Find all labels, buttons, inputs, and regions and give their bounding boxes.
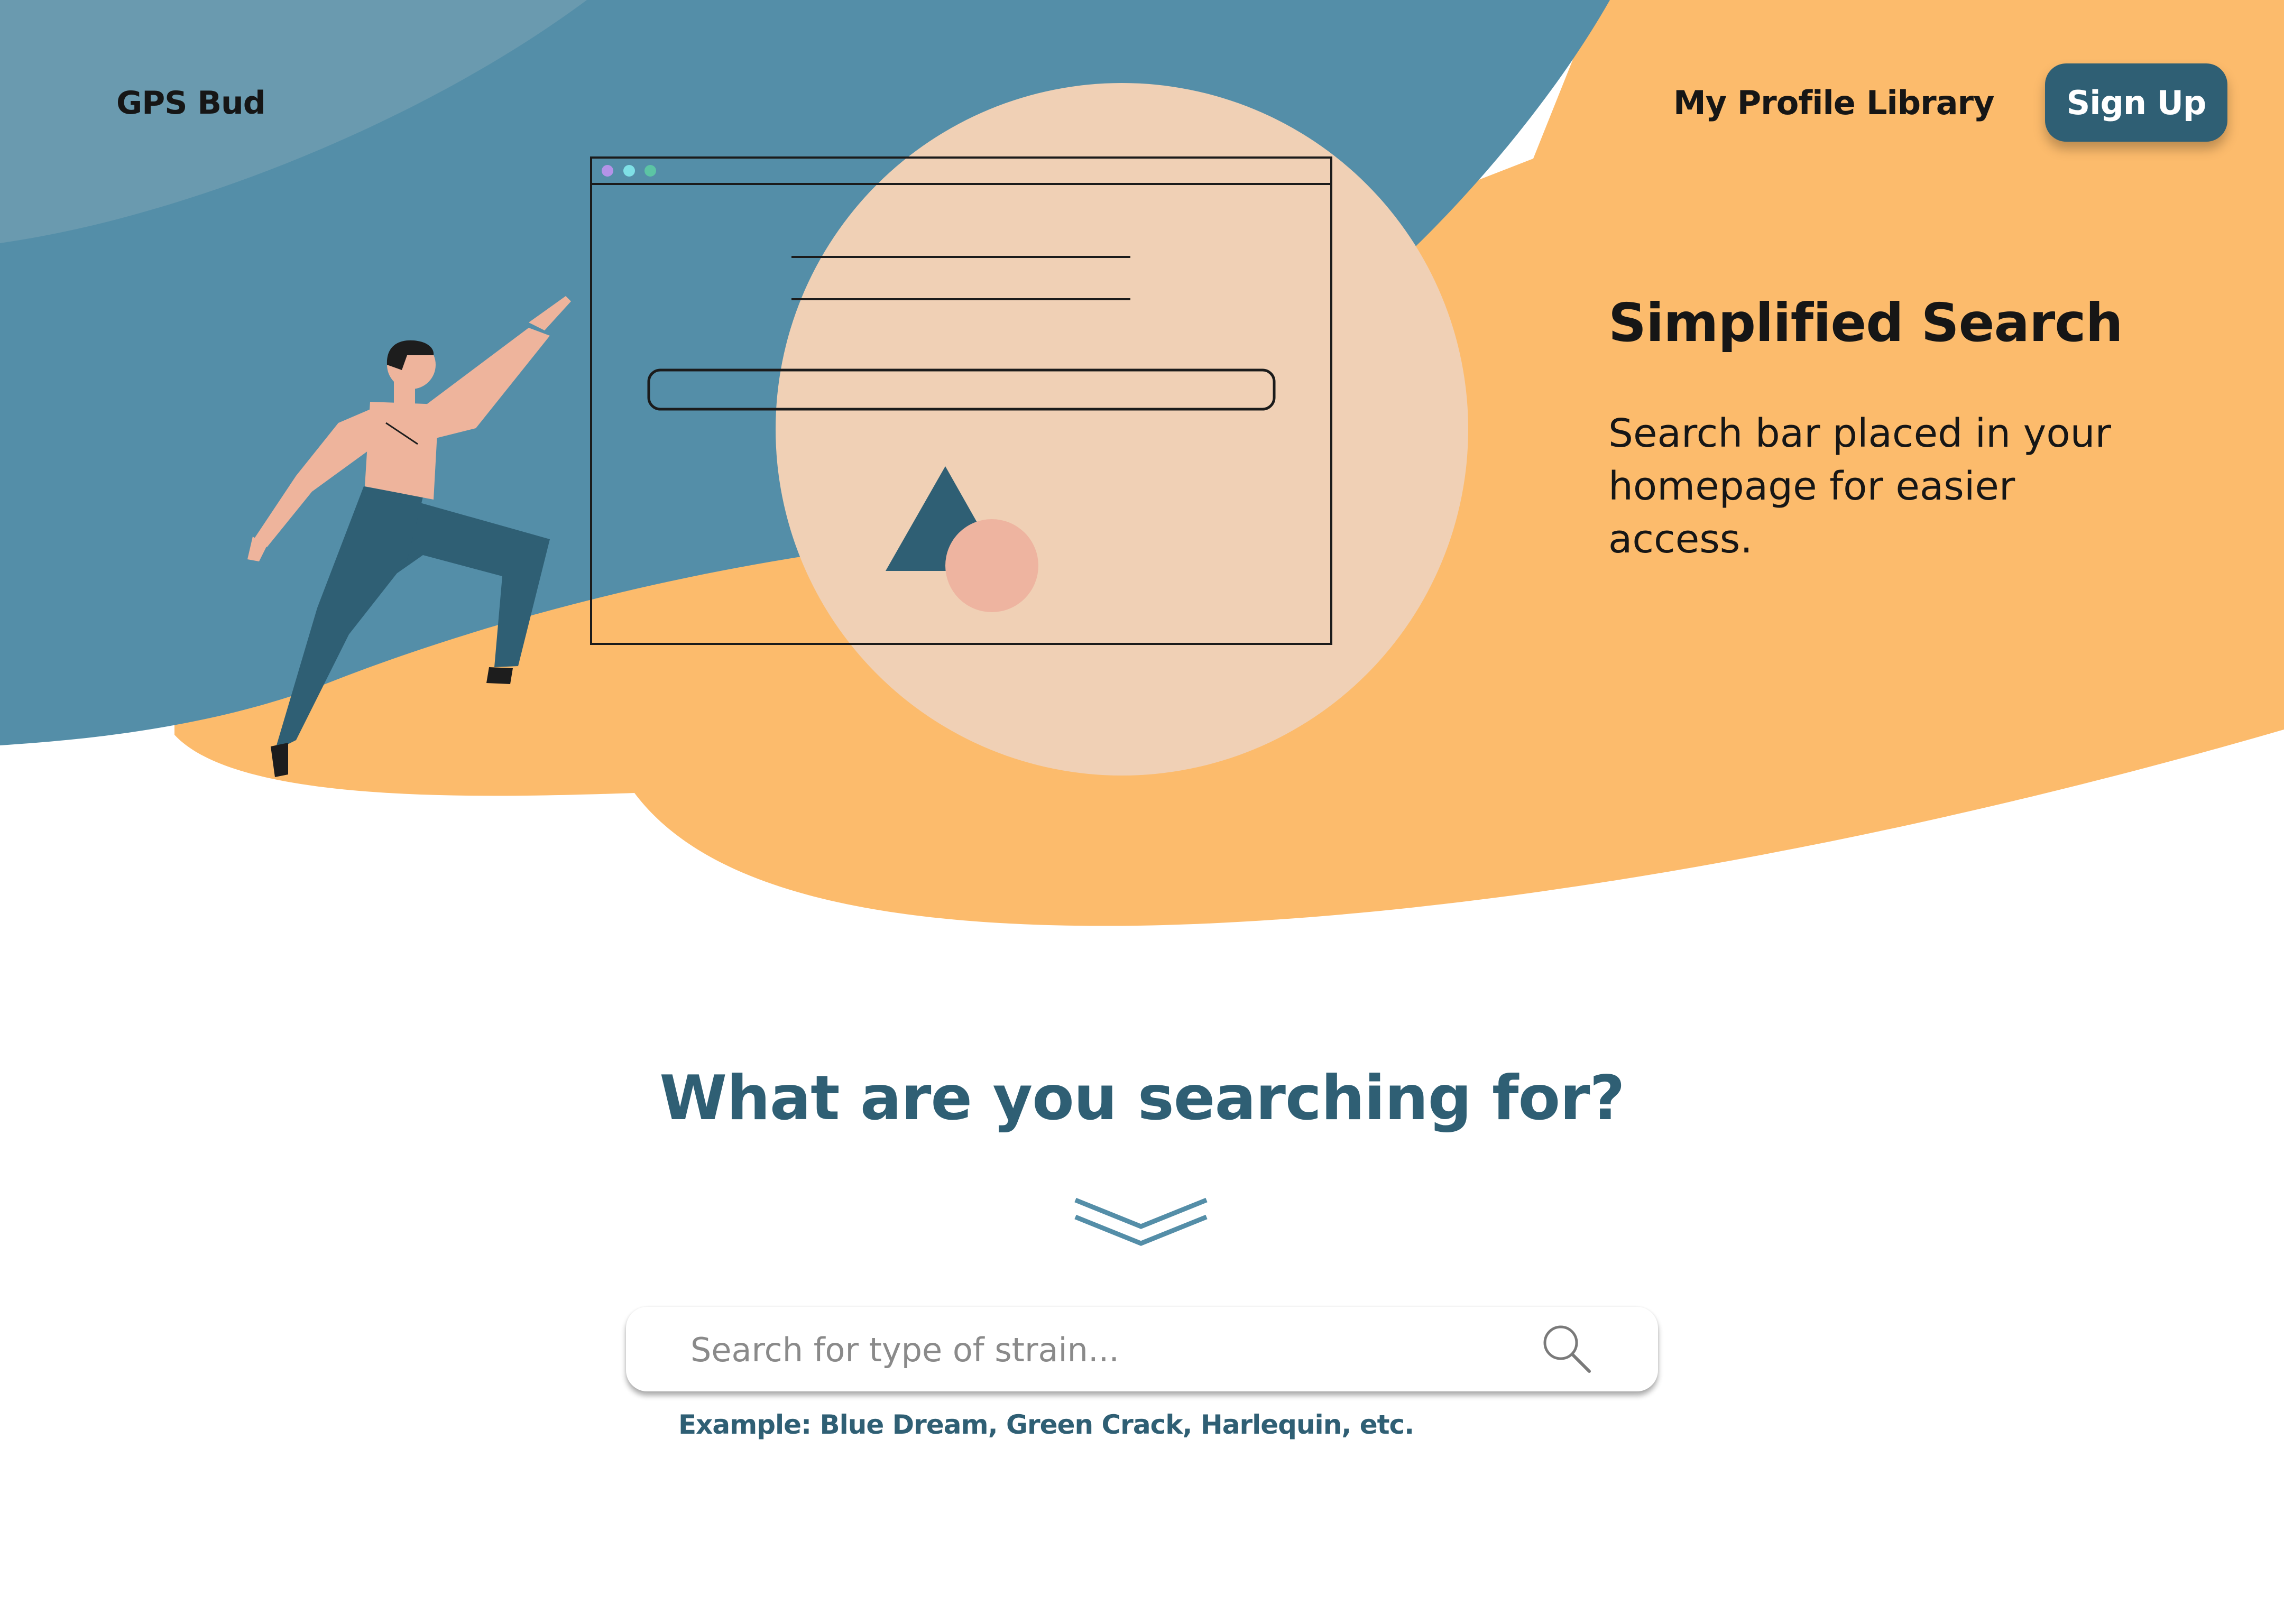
site-logo[interactable]: GPS Bud xyxy=(116,85,266,122)
window-dot-purple xyxy=(602,165,613,177)
search-example-hint: Example: Blue Dream, Green Crack, Harleq… xyxy=(678,1409,1414,1440)
window-dot-cyan xyxy=(623,165,635,177)
sign-up-button[interactable]: Sign Up xyxy=(2045,63,2227,142)
search-box[interactable] xyxy=(626,1307,1658,1392)
search-icon[interactable] xyxy=(1541,1323,1594,1376)
window-dot-green xyxy=(644,165,656,177)
nav-link-library[interactable]: Library xyxy=(1866,84,1995,122)
double-chevron-down-icon xyxy=(1074,1197,1208,1246)
landing-page: GPS Bud My Profile Library Sign Up Simpl… xyxy=(0,0,2284,1624)
feature-description: Search bar placed in your homepage for e… xyxy=(1608,411,2111,562)
search-heading: What are you searching for? xyxy=(659,1063,1625,1134)
peach-circle xyxy=(776,83,1468,776)
search-input[interactable] xyxy=(689,1307,1485,1392)
feature-title: Simplified Search xyxy=(1608,292,2123,354)
pink-circle-shape xyxy=(945,519,1038,612)
nav-link-my-profile[interactable]: My Profile xyxy=(1673,84,1856,122)
